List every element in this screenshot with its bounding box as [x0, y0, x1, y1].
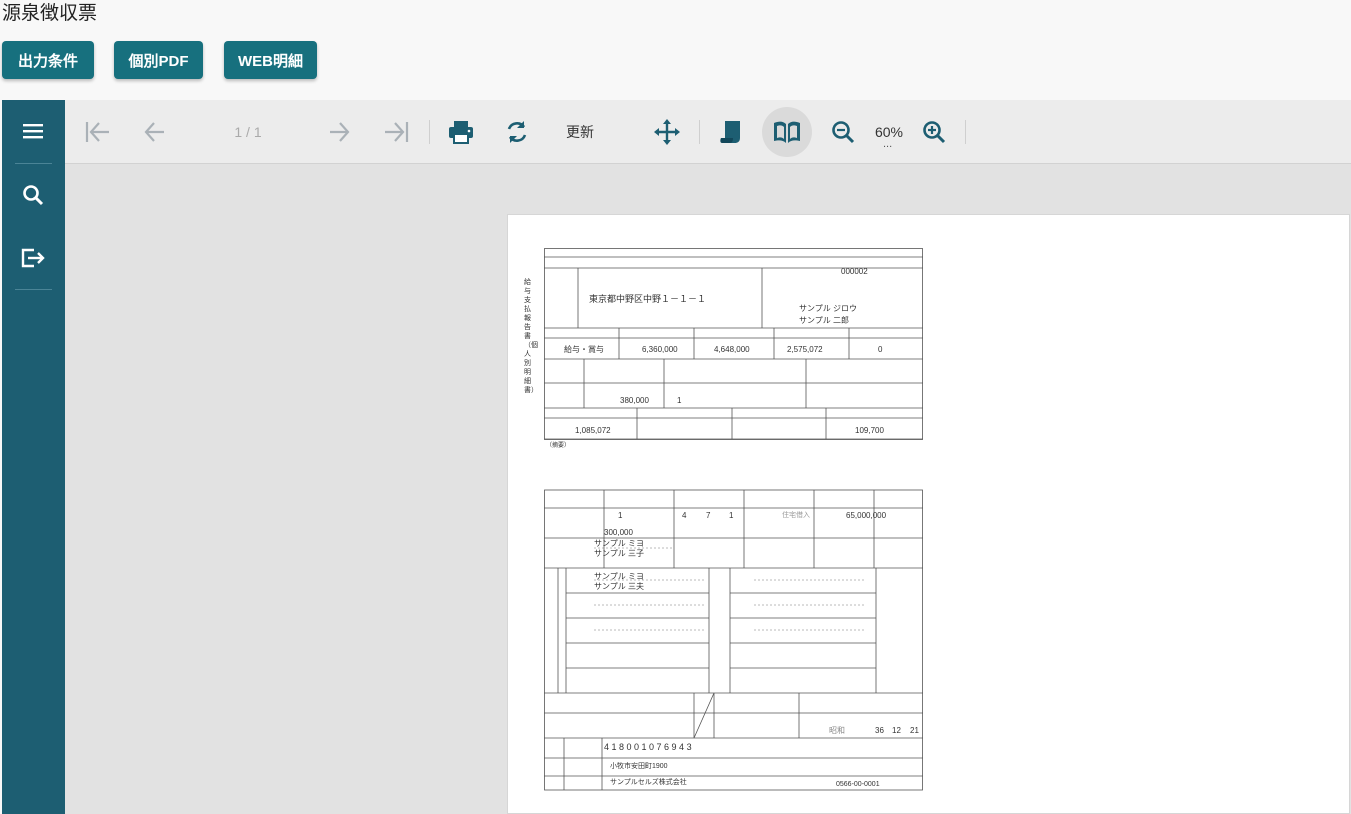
count-7: 7 — [706, 511, 711, 520]
birth-month: 12 — [892, 726, 901, 735]
toolbar-separator — [429, 120, 430, 144]
sidebar-divider — [15, 163, 52, 164]
zoom-out-icon[interactable] — [825, 112, 861, 152]
page-title: 源泉徴収票 — [2, 2, 98, 24]
withholding-tax: 0 — [878, 345, 883, 354]
individual-pdf-button[interactable]: 個別PDF — [114, 41, 203, 79]
dependents-count: 1 — [677, 396, 682, 405]
output-conditions-button[interactable]: 出力条件 — [2, 41, 94, 79]
page-indicator: 1 / 1 — [234, 124, 262, 140]
refresh-button[interactable]: 更新 — [557, 112, 603, 152]
sidebar-divider — [15, 289, 52, 290]
payer-name: サンプルセルズ株式会社 — [610, 779, 687, 786]
first-page-icon[interactable] — [79, 112, 115, 152]
payment-amount: 6,360,000 — [642, 345, 678, 354]
address: 東京都中野区中野１－１－１ — [589, 294, 707, 304]
count-1b: 1 — [729, 511, 734, 520]
after-deduction: 4,648,000 — [714, 345, 750, 354]
form-title: 給与支払報告書（個人別明細書） — [524, 279, 538, 394]
next-page-icon[interactable] — [323, 112, 357, 152]
viewer-sidebar — [2, 100, 65, 814]
dependent-1-name: サンプル 三子 — [594, 549, 644, 558]
prev-page-icon[interactable] — [137, 112, 171, 152]
withholding-slip-form: 給与支払報告書（個人別明細書） 東京都中野区中野１－１－１ 000002 サンプ… — [524, 248, 924, 793]
zoom-in-icon[interactable] — [916, 112, 952, 152]
document-viewer: 1 / 1 更新 60% ... 給与支払報告書（個人別明細書） 東京都中野区中… — [2, 100, 1351, 814]
document-area: 給与支払報告書（個人別明細書） 東京都中野区中野１－１－１ 000002 サンプ… — [65, 164, 1351, 814]
employee-number: 000002 — [841, 267, 868, 276]
birth-year: 36 — [875, 726, 884, 735]
scroll-icon[interactable] — [713, 112, 749, 152]
toolbar-separator — [965, 120, 966, 144]
birth-day: 21 — [910, 726, 919, 735]
former-insurance: 住宅借入 — [782, 512, 810, 519]
name-kana: サンプル ジロウ — [799, 304, 857, 313]
print-icon[interactable] — [443, 112, 479, 152]
refresh-icon[interactable] — [499, 112, 535, 152]
document-page: 給与支払報告書（個人別明細書） 東京都中野区中野１－１－１ 000002 サンプ… — [507, 214, 1350, 814]
payer-number: 4 1 8 0 0 1 0 7 6 9 4 3 — [604, 742, 692, 752]
exit-icon[interactable] — [15, 240, 51, 276]
social-insurance: 1,085,072 — [575, 426, 611, 435]
birth-era: 昭和 — [829, 726, 845, 735]
loan-balance: 65,000,000 — [846, 511, 887, 520]
menu-icon[interactable] — [15, 113, 51, 149]
web-details-button[interactable]: WEB明細 — [224, 41, 317, 79]
search-icon[interactable] — [15, 177, 51, 213]
zoom-more-indicator[interactable]: ... — [883, 138, 895, 150]
payer-address: 小牧市安田町1900 — [610, 763, 668, 770]
viewer-toolbar: 1 / 1 更新 60% ... — [65, 100, 1351, 164]
spouse-amount: 300,000 — [604, 528, 633, 537]
count-4: 4 — [682, 511, 687, 520]
payment-type: 給与・賞与 — [564, 345, 604, 354]
payer-phone: 0566-00-0001 — [836, 781, 880, 788]
dependent-1-kana: サンプル ミヨ — [594, 539, 644, 548]
book-icon[interactable] — [762, 107, 812, 157]
deduction-total: 2,575,072 — [787, 345, 823, 354]
housing-loan: 109,700 — [855, 426, 884, 435]
count-1: 1 — [618, 511, 623, 520]
spouse-deduction: 380,000 — [620, 396, 649, 405]
last-page-icon[interactable] — [379, 112, 415, 152]
dependent-2-kana: サンプル ミヨ — [594, 572, 644, 581]
dependent-2-name: サンプル 三夫 — [594, 582, 644, 591]
pan-icon[interactable] — [649, 112, 685, 152]
note-label: （摘要） — [546, 443, 571, 449]
employee-name: サンプル 二郎 — [799, 316, 849, 325]
toolbar-separator — [699, 120, 700, 144]
